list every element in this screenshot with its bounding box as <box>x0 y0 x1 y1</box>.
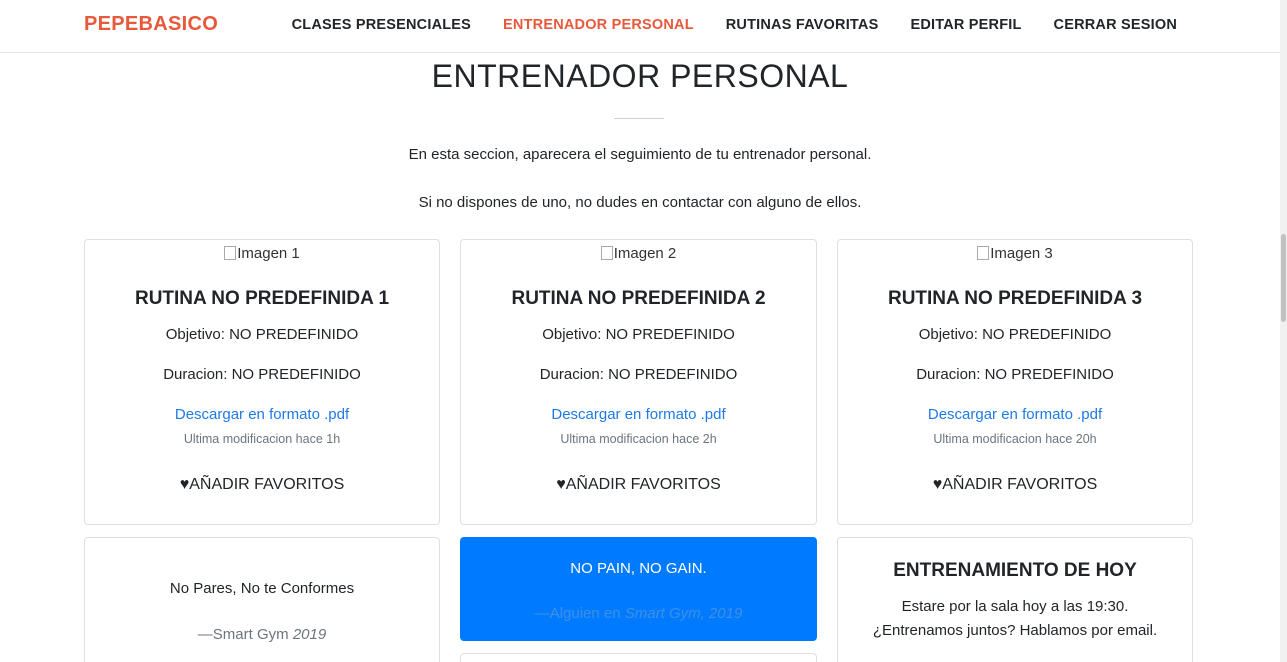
download-pdf-link[interactable]: Descargar en formato .pdf <box>85 406 439 423</box>
last-modified: Ultima modificacion hace 1h <box>183 432 341 446</box>
routine-image-1: Imagen 1 <box>85 245 439 262</box>
nav-entrenador-personal[interactable]: ENTRENADOR PERSONAL <box>503 17 694 33</box>
today-title: ENTRENAMIENTO DE HOY <box>893 560 1137 581</box>
highlight-quote-footer: —Alguien en Smart Gym, 2019 <box>534 605 743 622</box>
image-alt-text: Imagen 1 <box>237 245 300 262</box>
quote-source: Smart Gym, 2019 <box>624 605 743 622</box>
navbar: PEPEBASICO CLASES PRESENCIALES ENTRENADO… <box>0 0 1280 53</box>
scrollbar[interactable] <box>1280 0 1287 662</box>
image-alt-text: Imagen 3 <box>990 245 1053 262</box>
today-line-2: ¿Entrenamos juntos? Hablamos por email. <box>872 622 1158 639</box>
nav-editar-perfil[interactable]: EDITAR PERFIL <box>910 17 1021 33</box>
last-modified: Ultima modificacion hace 20h <box>933 432 1097 446</box>
broken-image-icon <box>600 246 613 260</box>
routine-duracion: Duracion: NO PREDEFINIDO <box>916 366 1114 383</box>
add-favorite-button[interactable]: ♥AÑADIR FAVORITOS <box>838 476 1192 494</box>
nav-menu: CLASES PRESENCIALES ENTRENADOR PERSONAL … <box>292 17 1177 33</box>
quote-source: Smart Gym <box>212 626 289 643</box>
today-training-card: ENTRENAMIENTO DE HOY Estare por la sala … <box>837 537 1193 662</box>
quote-year: 2019 <box>292 626 327 643</box>
routine-image-2: Imagen 2 <box>461 245 816 262</box>
page-title: ENTRENADOR PERSONAL <box>431 58 849 94</box>
highlight-quote-text: NO PAIN, NO GAIN. <box>570 560 707 577</box>
add-favorite-button[interactable]: ♥AÑADIR FAVORITOS <box>461 476 816 494</box>
quote-prefix: Alguien en <box>549 605 621 622</box>
routine-objetivo: Objetivo: NO PREDEFINIDO <box>542 326 735 343</box>
nav-cerrar-sesion[interactable]: CERRAR SESION <box>1054 17 1177 33</box>
routine-image-3: Imagen 3 <box>838 245 1192 262</box>
nav-rutinas-favoritas[interactable]: RUTINAS FAVORITAS <box>726 17 879 33</box>
download-pdf-link[interactable]: Descargar en formato .pdf <box>838 406 1192 423</box>
quote-text: No Pares, No te Conformes <box>169 580 355 597</box>
quote-footer: —Smart Gym 2019 <box>197 626 327 643</box>
routine-card-1: Imagen 1 RUTINA NO PREDEFINIDA 1 Objetiv… <box>84 239 440 525</box>
today-line-1: Estare por la sala hoy a las 19:30. <box>901 598 1129 615</box>
intro-text-1: En esta seccion, aparecera el seguimient… <box>408 146 872 163</box>
quote-card: No Pares, No te Conformes —Smart Gym 201… <box>84 537 440 662</box>
routine-duracion: Duracion: NO PREDEFINIDO <box>163 366 361 383</box>
highlight-quote-card: NO PAIN, NO GAIN. —Alguien en Smart Gym,… <box>460 537 817 641</box>
add-favorite-button[interactable]: ♥AÑADIR FAVORITOS <box>85 476 439 494</box>
routine-card-3: Imagen 3 RUTINA NO PREDEFINIDA 3 Objetiv… <box>837 239 1193 525</box>
title-divider <box>614 118 664 119</box>
scrollbar-thumb[interactable] <box>1281 234 1286 322</box>
routine-title: RUTINA NO PREDEFINIDA 3 <box>887 288 1143 309</box>
image-alt-text: Imagen 2 <box>613 245 677 262</box>
intro-text-2: Si no dispones de uno, no dudes en conta… <box>418 194 862 211</box>
routine-objetivo: Objetivo: NO PREDEFINIDO <box>918 326 1112 343</box>
routine-objetivo: Objetivo: NO PREDEFINIDO <box>165 326 359 343</box>
broken-image-icon <box>977 246 990 260</box>
routine-title: RUTINA NO PREDEFINIDA 1 <box>134 288 390 309</box>
partial-card <box>460 653 817 662</box>
nav-clases-presenciales[interactable]: CLASES PRESENCIALES <box>292 17 471 33</box>
download-pdf-link[interactable]: Descargar en formato .pdf <box>461 406 816 423</box>
routine-duracion: Duracion: NO PREDEFINIDO <box>539 366 738 383</box>
broken-image-icon <box>224 246 237 260</box>
routine-card-2: Imagen 2 RUTINA NO PREDEFINIDA 2 Objetiv… <box>460 239 817 525</box>
brand-logo[interactable]: PEPEBASICO <box>84 13 218 36</box>
last-modified: Ultima modificacion hace 2h <box>560 432 717 446</box>
routine-title: RUTINA NO PREDEFINIDA 2 <box>511 288 766 309</box>
